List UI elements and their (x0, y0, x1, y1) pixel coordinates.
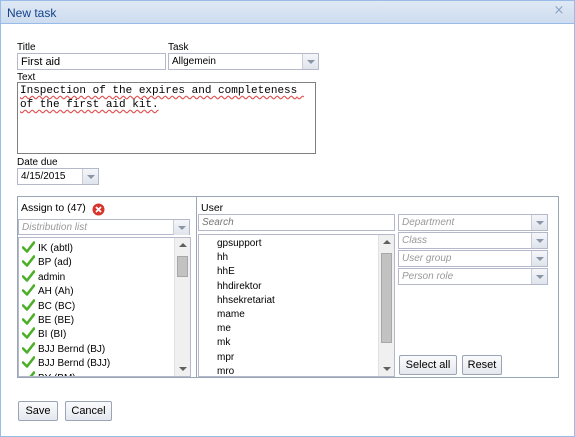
assigned-list-item-label: BY (BM) (38, 373, 76, 376)
department-placeholder: Department (402, 217, 455, 228)
assigned-list-item[interactable]: BY (BM) (22, 370, 76, 376)
calendar-icon[interactable] (82, 169, 98, 184)
title-label: Title (17, 42, 36, 53)
save-button[interactable]: Save (18, 401, 58, 421)
assign-to-label: Assign to (47) (21, 202, 86, 214)
title-input[interactable] (17, 53, 166, 70)
checkmark-icon (22, 341, 35, 354)
chevron-down-icon[interactable] (531, 251, 547, 266)
cancel-button[interactable]: Cancel (65, 401, 112, 421)
scroll-up-icon[interactable] (383, 240, 391, 244)
user-list-item[interactable]: mro (217, 366, 234, 376)
assigned-list-item-label: IK (abtl) (38, 243, 74, 254)
task-value: Allgemein (172, 56, 216, 67)
assigned-list-item-label: BE (BE) (38, 315, 75, 326)
checkmark-icon (22, 269, 35, 282)
dialog-title: New task (7, 6, 57, 20)
assigned-list-item-label: BI (BI) (38, 329, 67, 341)
scroll-thumb[interactable] (177, 256, 188, 277)
assigned-list-item[interactable]: BE (BE) (22, 313, 74, 328)
select-all-button[interactable]: Select all (399, 355, 457, 375)
user-label: User (201, 202, 224, 214)
checkmark-icon (22, 370, 35, 376)
chevron-down-icon[interactable] (173, 220, 189, 235)
class-filter[interactable]: Class (398, 232, 548, 249)
assigned-list[interactable]: IK (abtl) BP (ad) admin AH (Ah) BC (BC) BE (B… (18, 237, 191, 377)
assigned-list-item-label: AH (Ah) (38, 286, 74, 298)
reset-button[interactable]: Reset (462, 355, 502, 375)
checkmark-icon (22, 356, 35, 368)
user-list-item[interactable]: mpr (217, 352, 234, 363)
user-list-item[interactable]: hhE (217, 266, 235, 277)
task-label: Task (168, 42, 189, 53)
date-due-value: 4/15/2015 (21, 171, 66, 182)
checkmark-icon (22, 313, 35, 325)
person-role-filter[interactable]: Person role (398, 268, 548, 285)
assigned-list-item-label: BC (BC) (38, 300, 76, 312)
user-list-item[interactable]: mk (217, 337, 230, 348)
scroll-up-icon[interactable] (179, 243, 187, 247)
scroll-down-icon[interactable] (179, 367, 187, 371)
checkmark-icon (22, 298, 35, 311)
date-due-picker[interactable]: 4/15/2015 (17, 168, 99, 185)
user-group-filter[interactable]: User group (398, 250, 548, 267)
assigned-list-item[interactable]: admin (22, 269, 66, 285)
person-role-placeholder: Person role (402, 271, 454, 282)
close-icon[interactable]: × (553, 4, 565, 17)
chevron-down-icon[interactable] (531, 269, 547, 284)
date-due-label: Date due (17, 157, 58, 168)
checkmark-icon (22, 327, 35, 340)
user-list-item[interactable]: mame (217, 309, 245, 320)
distribution-list-placeholder: Distribution list (22, 222, 88, 233)
user-group-placeholder: User group (402, 253, 452, 264)
assigned-list-scrollbar[interactable] (174, 238, 190, 376)
user-list-item[interactable]: hh (217, 252, 228, 263)
assigned-list-item[interactable]: BC (BC) (22, 298, 76, 314)
panel-divider (196, 197, 197, 377)
user-search-input[interactable] (198, 214, 395, 231)
clear-error-icon[interactable] (92, 203, 105, 216)
assigned-list-item-label: BJJ Bernd (BJ) (38, 343, 106, 355)
chevron-down-icon[interactable] (531, 215, 547, 230)
department-filter[interactable]: Department (398, 214, 548, 231)
task-combobox[interactable]: Allgemein (168, 53, 319, 70)
dialog-titlebar[interactable]: New task × (1, 1, 574, 24)
assigned-list-item-label: BJJ Bernd (BJJ) (38, 358, 111, 370)
assigned-list-item[interactable]: BI (BI) (22, 327, 66, 342)
assigned-list-item[interactable]: BJJ Bernd (BJJ) (22, 356, 110, 371)
user-list-item[interactable]: gpsupport (217, 238, 261, 249)
new-task-dialog: New task × Title Task Allgemein Text Dat… (0, 0, 575, 437)
assigned-list-item[interactable]: IK (abtl) (22, 241, 73, 256)
scroll-down-icon[interactable] (383, 367, 391, 371)
distribution-list-combobox[interactable]: Distribution list (18, 219, 190, 235)
user-list-item[interactable]: hhsekretariat (217, 295, 275, 306)
checkmark-icon (22, 284, 35, 296)
user-list[interactable]: gpsupport hh hhE hhdirektor hhsekretariat mam… (198, 234, 395, 377)
chevron-down-icon[interactable] (302, 54, 318, 69)
assigned-list-item[interactable]: AH (Ah) (22, 284, 74, 299)
class-placeholder: Class (402, 235, 428, 246)
chevron-down-icon[interactable] (531, 233, 547, 248)
checkmark-icon (22, 255, 35, 268)
checkmark-icon (22, 241, 35, 253)
assigned-list-item-label: BP (ad) (38, 257, 72, 269)
user-list-scrollbar[interactable] (378, 235, 394, 376)
assigned-list-item[interactable]: BJJ Bernd (BJ) (22, 341, 106, 357)
text-area[interactable] (17, 82, 316, 154)
user-list-item[interactable]: hhdirektor (217, 281, 261, 292)
user-list-item[interactable]: me (217, 323, 231, 334)
assigned-list-item-label: admin (38, 271, 66, 283)
assigned-list-item[interactable]: BP (ad) (22, 255, 72, 270)
scroll-thumb[interactable] (381, 253, 392, 343)
